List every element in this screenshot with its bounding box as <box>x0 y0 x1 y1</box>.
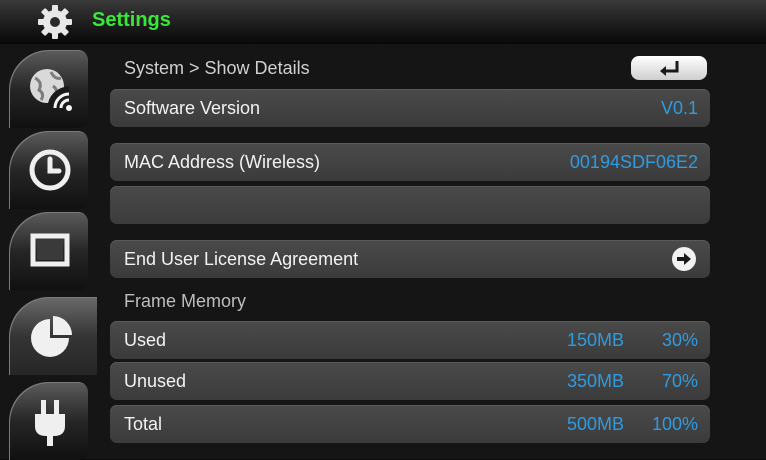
back-button[interactable] <box>631 56 707 80</box>
memory-row-size: 350MB <box>566 371 624 391</box>
mac-address-row: MAC Address (Wireless) 00194SDF06E2 <box>110 143 710 181</box>
memory-row-label: Used <box>124 330 167 350</box>
display-icon <box>30 233 70 267</box>
mac-address-value: 00194SDF06E2 <box>569 152 698 172</box>
memory-row-label: Unused <box>124 371 187 391</box>
tab-system[interactable] <box>9 297 101 375</box>
page-title: Settings <box>92 9 171 31</box>
sidebar <box>0 44 101 460</box>
frame-memory-heading: Frame Memory <box>124 291 247 311</box>
gear-icon <box>38 5 72 39</box>
software-version-label: Software Version <box>124 98 261 118</box>
software-version-value: V0.1 <box>660 98 698 118</box>
power-plug-icon <box>35 400 65 446</box>
memory-row-label: Total <box>124 414 163 434</box>
return-arrow-icon <box>660 61 679 76</box>
tab-network[interactable] <box>9 50 88 128</box>
memory-row-used: Used 150MB 30% <box>110 321 710 359</box>
tab-display[interactable] <box>9 212 88 290</box>
clock-icon <box>29 149 71 191</box>
pie-chart-icon <box>31 316 72 357</box>
eula-row[interactable]: End User License Agreement <box>110 240 710 278</box>
breadcrumb: System > Show Details <box>124 58 310 78</box>
wifi-globe-icon <box>30 69 72 111</box>
memory-row-total: Total 500MB 100% <box>110 405 710 443</box>
memory-row-percent: 70% <box>661 371 698 391</box>
memory-row-percent: 30% <box>661 330 698 350</box>
memory-row-size: 150MB <box>566 330 624 350</box>
tab-power[interactable] <box>9 382 88 460</box>
title-bar: Settings <box>0 0 766 44</box>
mac-address-label: MAC Address (Wireless) <box>124 152 321 172</box>
tab-clock[interactable] <box>9 131 88 209</box>
arrow-right-icon[interactable] <box>672 247 696 271</box>
empty-row <box>110 186 710 224</box>
memory-row-size: 500MB <box>566 414 624 434</box>
memory-row-unused: Unused 350MB 70% <box>110 362 710 400</box>
eula-label: End User License Agreement <box>124 249 359 269</box>
software-version-row: Software Version V0.1 <box>110 89 710 127</box>
memory-row-percent: 100% <box>651 414 698 434</box>
